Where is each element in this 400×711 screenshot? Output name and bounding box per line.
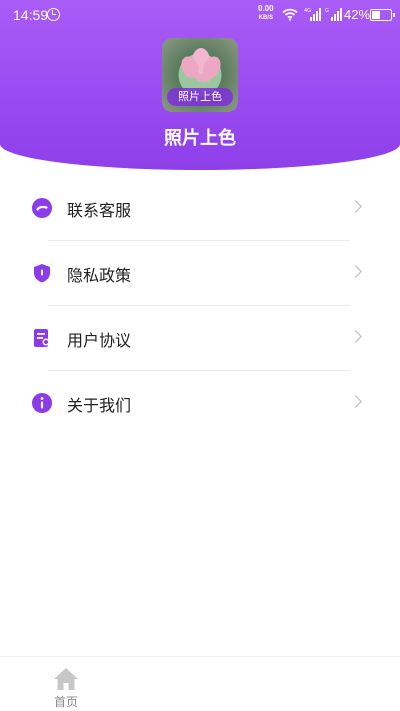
home-icon <box>54 668 78 690</box>
menu-item-user-agreement[interactable]: 用户协议 <box>0 306 400 371</box>
document-icon <box>34 329 50 347</box>
menu-item-about-us[interactable]: 关于我们 <box>0 371 400 436</box>
shield-icon <box>34 264 50 283</box>
battery-percent: 42% <box>344 7 371 22</box>
signal-4g-icon: 4G <box>304 8 321 21</box>
customer-service-icon <box>32 198 52 218</box>
settings-menu: 联系客服 隐私政策 用户协议 关于我们 <box>0 176 400 436</box>
menu-item-label: 用户协议 <box>67 331 132 350</box>
info-icon <box>32 393 52 413</box>
menu-item-privacy-policy[interactable]: 隐私政策 <box>0 241 400 306</box>
app-title: 照片上色 <box>164 128 236 149</box>
app-logo: 照片上色 <box>162 38 238 112</box>
wifi-icon <box>282 8 298 21</box>
menu-item-label: 隐私政策 <box>67 266 132 285</box>
chevron-right-icon <box>349 200 362 213</box>
tab-home-label: 首页 <box>53 695 78 709</box>
status-bar: 14:59 0.00 KB/S 4G G 42% <box>0 0 400 30</box>
chevron-right-icon <box>349 395 362 408</box>
menu-item-contact-service[interactable]: 联系客服 <box>0 176 400 241</box>
menu-item-label: 联系客服 <box>67 201 132 220</box>
network-speed: 0.00 KB/S <box>258 5 274 22</box>
chevron-right-icon <box>349 330 362 343</box>
alarm-icon <box>47 8 60 21</box>
signal-g-label: G <box>325 8 329 14</box>
battery-fill <box>372 11 381 19</box>
chevron-right-icon <box>349 265 362 278</box>
tab-home[interactable]: 首页 <box>41 663 91 709</box>
battery-icon <box>370 9 395 21</box>
network-speed-unit: KB/S <box>258 15 273 21</box>
status-time: 14:59 <box>13 7 49 23</box>
network-speed-value: 0.00 <box>258 4 274 13</box>
signal-g-icon: G <box>325 8 342 21</box>
bottom-tab-bar: 首页 <box>0 656 400 711</box>
signal-4g-label: 4G <box>304 8 311 14</box>
menu-item-label: 关于我们 <box>67 396 132 415</box>
app-logo-badge: 照片上色 <box>167 88 233 106</box>
